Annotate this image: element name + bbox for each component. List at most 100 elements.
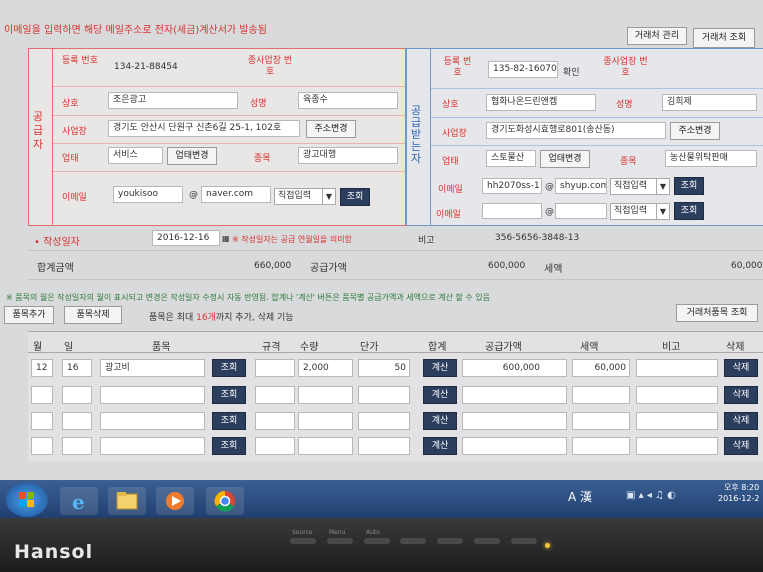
ie-browser-icon[interactable]: e — [60, 487, 98, 515]
row-spec-field[interactable] — [255, 437, 295, 455]
row-calc-button[interactable]: 계산 — [423, 359, 457, 377]
supplier-domain-select[interactable]: 직접입력 ▼ — [274, 188, 336, 205]
chrome-browser-icon[interactable] — [206, 487, 244, 515]
receiver-email-domain-field[interactable]: shyup.com — [555, 178, 607, 194]
row-price-field[interactable]: 50 — [358, 359, 410, 377]
receiver-item-field[interactable]: 농산물위탁판매 — [665, 150, 757, 167]
row-supply-field[interactable] — [462, 437, 567, 455]
receiver-domain2-select[interactable]: 직접입력 ▼ — [610, 203, 670, 220]
supplier-name-field[interactable]: 육종수 — [298, 92, 398, 109]
monitor-bezel-button[interactable] — [364, 538, 390, 544]
system-tray-icons[interactable]: ▣ ▴ ◂ ♫ ◐ — [626, 490, 676, 501]
client-search-button[interactable]: 거래처 조회 — [693, 28, 755, 48]
row-month-field[interactable] — [31, 412, 53, 430]
row-remarks-field[interactable] — [636, 437, 718, 455]
receiver-name-field[interactable]: 김희제 — [662, 94, 757, 111]
calendar-icon[interactable]: ▦ — [222, 234, 230, 243]
row-spec-field[interactable] — [255, 386, 295, 404]
row-remarks-field[interactable] — [636, 386, 718, 404]
row-spec-field[interactable] — [255, 412, 295, 430]
supplier-item-field[interactable]: 광고대행 — [298, 147, 398, 164]
row-delete-button[interactable]: 삭제 — [724, 386, 758, 404]
monitor-bezel-button[interactable] — [400, 538, 426, 544]
row-item-search-button[interactable]: 조회 — [212, 386, 246, 404]
row-item-search-button[interactable]: 조회 — [212, 412, 246, 430]
row-item-field[interactable] — [100, 412, 205, 430]
row-price-field[interactable] — [358, 437, 410, 455]
clock-time[interactable]: 오후 8:20 — [724, 482, 759, 493]
row-calc-button[interactable]: 계산 — [423, 412, 457, 430]
receiver-address-field[interactable]: 경기도화성시효행로801(송산동) — [486, 122, 666, 139]
supplier-email-id-field[interactable]: youkisoo — [113, 186, 183, 203]
receiver-biz-type-field[interactable]: 스토물산 — [486, 150, 536, 167]
receiver-company-field[interactable]: 협화나온드린앤켐 — [486, 94, 596, 111]
row-item-search-button[interactable]: 조회 — [212, 437, 246, 455]
row-remarks-field[interactable] — [636, 359, 718, 377]
row-price-field[interactable] — [358, 412, 410, 430]
supplier-email-domain-field[interactable]: naver.com — [201, 186, 271, 203]
row-supply-field[interactable]: 600,000 — [462, 359, 567, 377]
row-qty-field[interactable] — [298, 412, 353, 430]
receiver-domain-select[interactable]: 직접입력 ▼ — [610, 178, 670, 195]
row-month-field[interactable] — [31, 437, 53, 455]
receiver-email2-id-field[interactable] — [482, 203, 542, 219]
monitor-bezel-button[interactable] — [474, 538, 500, 544]
row-delete-button[interactable]: 삭제 — [724, 437, 758, 455]
row-price-field[interactable] — [358, 386, 410, 404]
receiver-confirm-button[interactable]: 확인 — [563, 65, 580, 78]
receiver-email-search-button[interactable]: 조회 — [674, 177, 704, 195]
client-item-search-button[interactable]: 거래처품목 조회 — [676, 304, 758, 322]
row-month-field[interactable]: 12 — [31, 359, 53, 377]
client-manage-button[interactable]: 거래처 관리 — [627, 27, 687, 45]
row-qty-field[interactable] — [298, 386, 353, 404]
row-qty-field[interactable] — [298, 437, 353, 455]
row-day-field[interactable] — [62, 412, 92, 430]
row-tax-field[interactable]: 60,000 — [572, 359, 630, 377]
start-button[interactable] — [6, 483, 48, 517]
supplier-address-field[interactable]: 경기도 안산시 단원구 신촌6길 25-1, 102호 — [108, 120, 300, 137]
row-day-field[interactable] — [62, 437, 92, 455]
row-remarks-field[interactable] — [636, 412, 718, 430]
row-calc-button[interactable]: 계산 — [423, 386, 457, 404]
media-player-icon[interactable] — [156, 487, 194, 515]
ime-language-indicator[interactable]: A 漢 — [568, 488, 592, 505]
receiver-reg-no-field[interactable]: 135-82-16070 — [488, 61, 558, 78]
write-date-field[interactable]: 2016-12-16 — [152, 230, 220, 246]
row-delete-button[interactable]: 삭제 — [724, 359, 758, 377]
row-tax-field[interactable] — [572, 437, 630, 455]
row-item-search-button[interactable]: 조회 — [212, 359, 246, 377]
monitor-bezel-button[interactable] — [290, 538, 316, 544]
row-month-field[interactable] — [31, 386, 53, 404]
row-item-field[interactable] — [100, 437, 205, 455]
row-day-field[interactable] — [62, 386, 92, 404]
row-tax-field[interactable] — [572, 386, 630, 404]
row-delete-button[interactable]: 삭제 — [724, 412, 758, 430]
row-tax-field[interactable] — [572, 412, 630, 430]
row-qty-field[interactable]: 2,000 — [298, 359, 353, 377]
add-item-button[interactable]: 품목추가 — [4, 306, 54, 324]
supplier-company-field[interactable]: 조은광고 — [108, 92, 238, 109]
monitor-bezel-button[interactable] — [511, 538, 537, 544]
row-supply-field[interactable] — [462, 412, 567, 430]
supplier-biz-change-button[interactable]: 업태변경 — [167, 147, 217, 165]
remarks-field[interactable]: 356-5656-3848-13 — [495, 233, 579, 243]
monitor-bezel-button[interactable] — [327, 538, 353, 544]
supplier-address-change-button[interactable]: 주소변경 — [306, 120, 356, 138]
file-explorer-icon[interactable] — [108, 487, 146, 515]
row-day-field[interactable]: 16 — [62, 359, 92, 377]
monitor-bezel-button[interactable] — [437, 538, 463, 544]
supplier-biz-type-field[interactable]: 서비스 — [108, 147, 163, 164]
receiver-email2-domain-field[interactable] — [555, 203, 607, 219]
row-calc-button[interactable]: 계산 — [423, 437, 457, 455]
row-item-field[interactable] — [100, 386, 205, 404]
row-item-field[interactable]: 광고비 — [100, 359, 205, 377]
row-spec-field[interactable] — [255, 359, 295, 377]
supplier-email-search-button[interactable]: 조회 — [340, 188, 370, 206]
receiver-email2-search-button[interactable]: 조회 — [674, 202, 704, 220]
receiver-email-id-field[interactable]: hh2070ss-1 — [482, 178, 542, 194]
receiver-biz-change-button[interactable]: 업태변경 — [540, 150, 590, 168]
clock-date[interactable]: 2016-12-2 — [718, 494, 759, 503]
receiver-address-change-button[interactable]: 주소변경 — [670, 122, 720, 140]
delete-item-button[interactable]: 품목삭제 — [64, 306, 122, 324]
row-supply-field[interactable] — [462, 386, 567, 404]
